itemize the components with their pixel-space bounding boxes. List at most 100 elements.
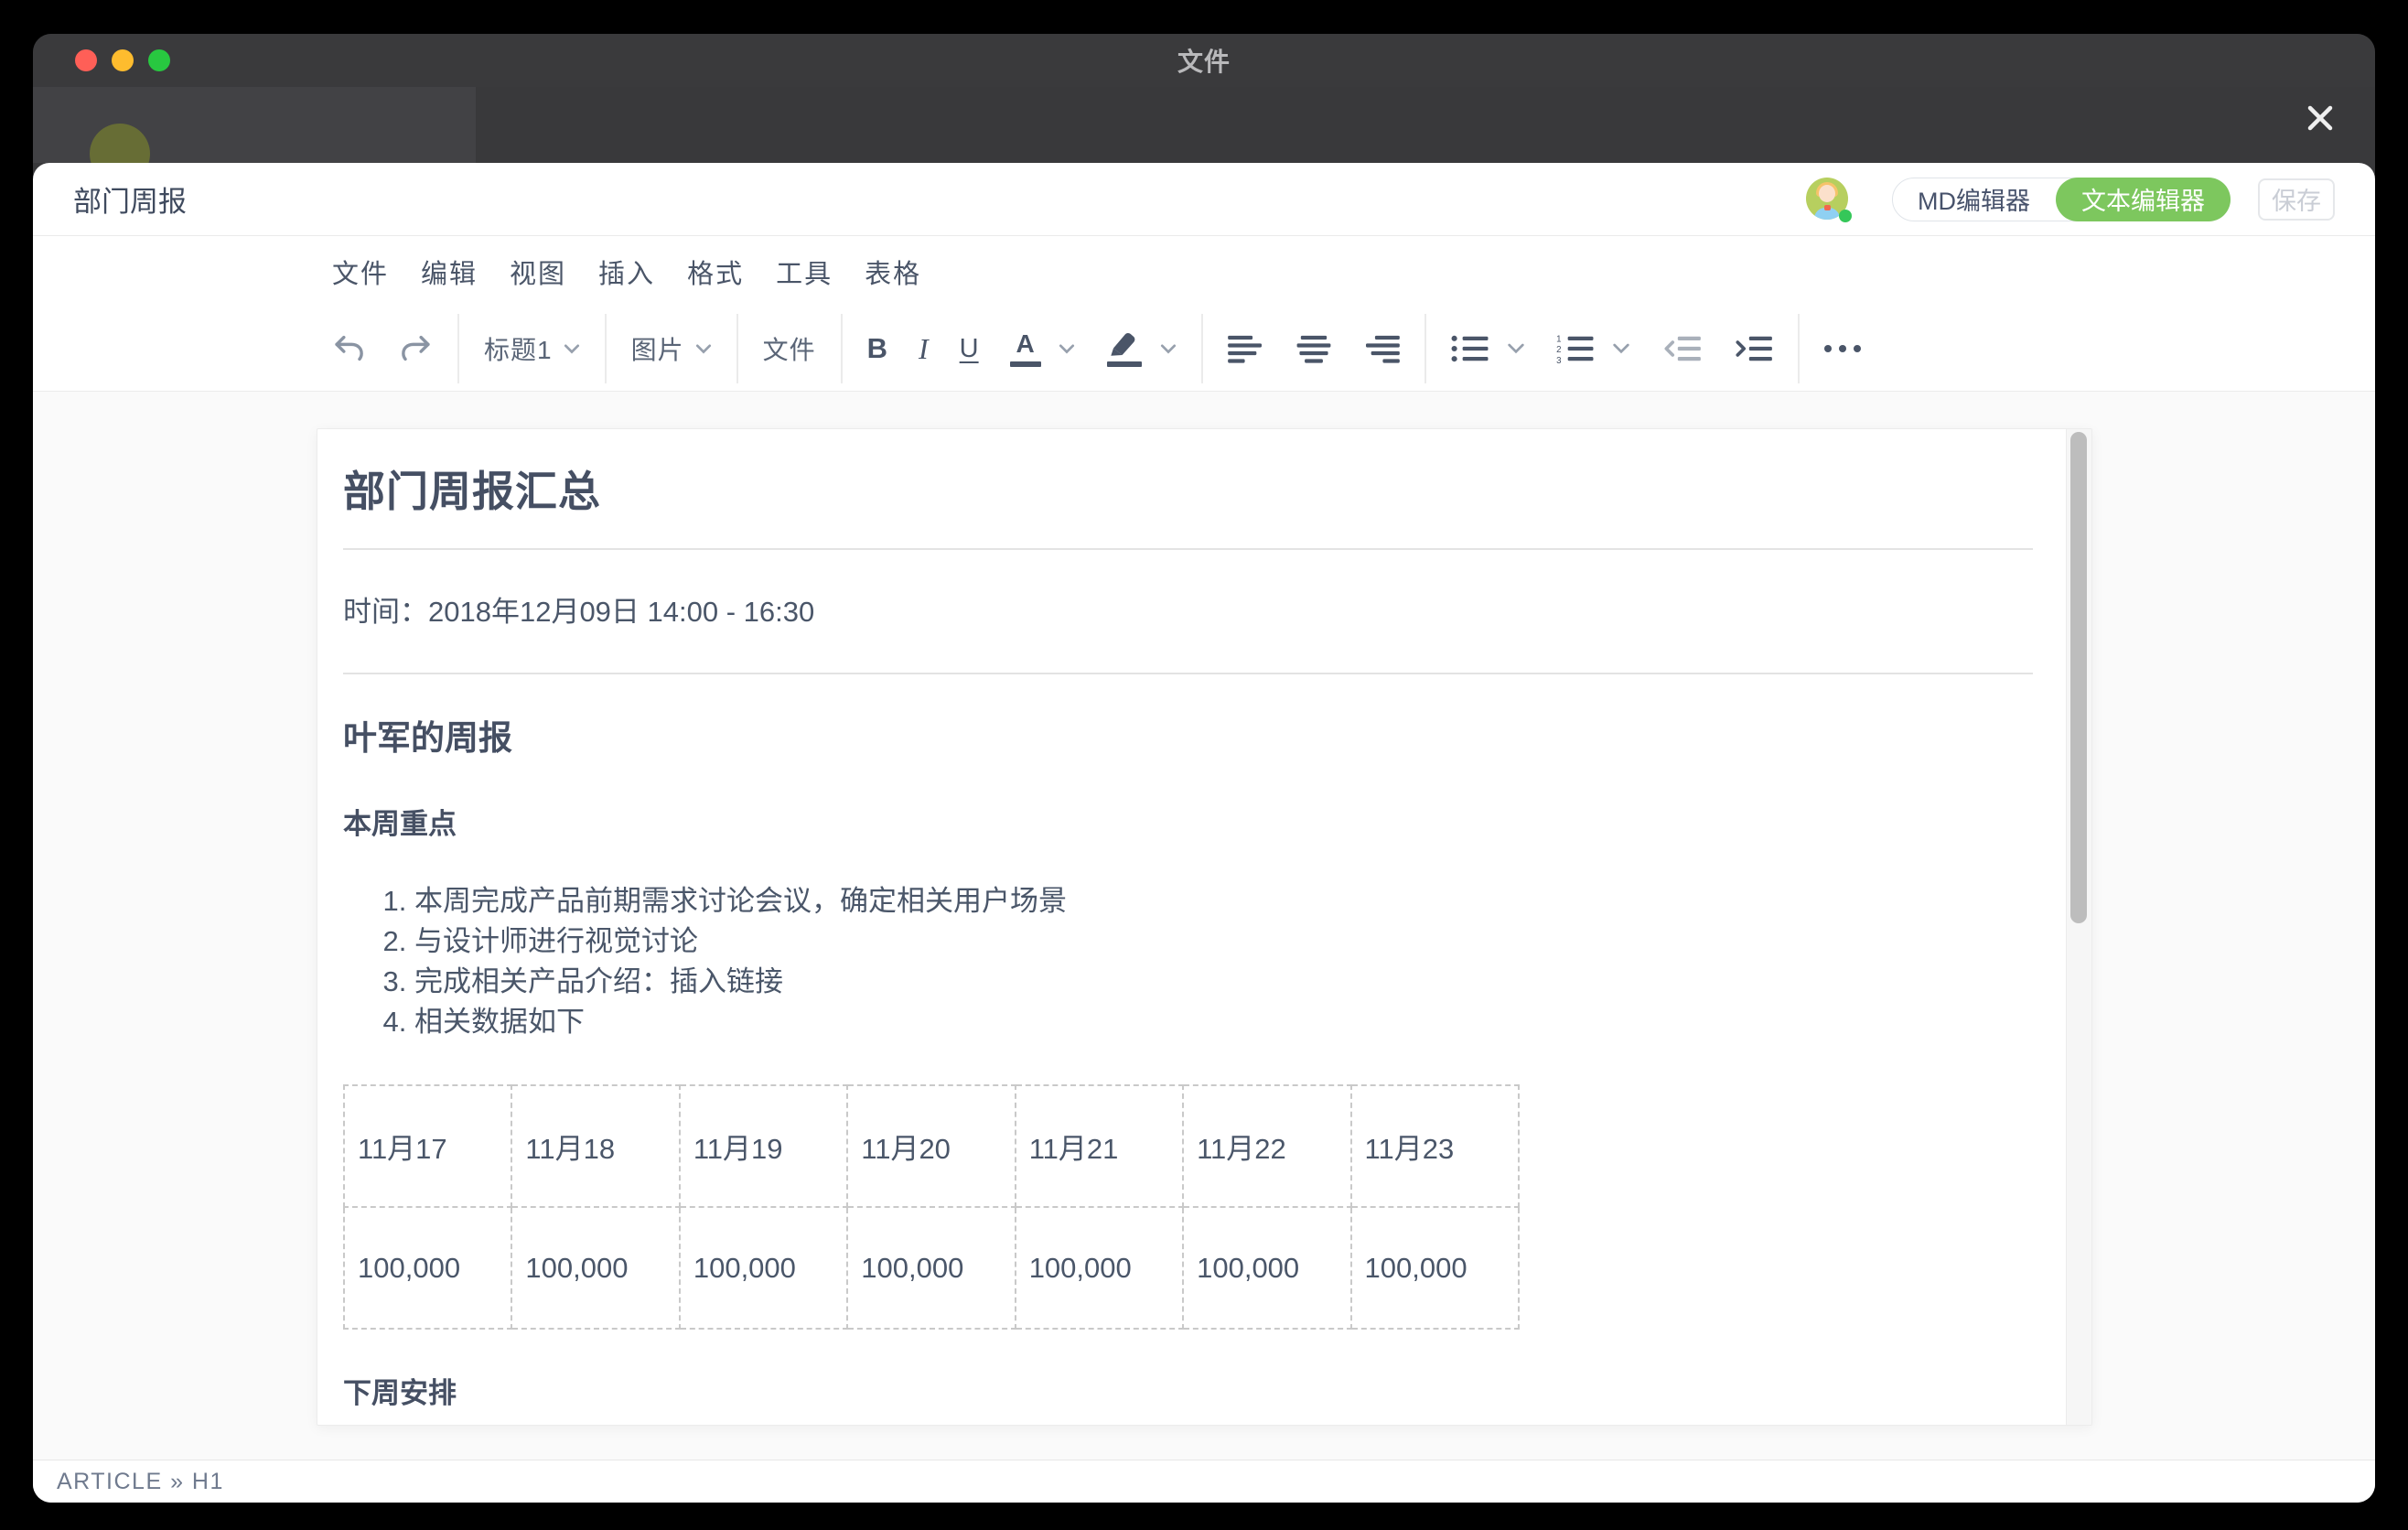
horizontal-rule xyxy=(343,673,2033,674)
underline-button[interactable]: U xyxy=(944,314,994,383)
scrollbar-track[interactable] xyxy=(2066,429,2091,1425)
status-bar: ARTICLE » H1 xyxy=(33,1460,2375,1503)
highlights-list: 本周完成产品前期需求讨论会议，确定相关用户场景 与设计师进行视觉讨论 完成相关产… xyxy=(343,881,2033,1042)
font-color-dropdown[interactable] xyxy=(1057,314,1091,383)
bullet-list-button[interactable] xyxy=(1435,314,1505,383)
align-center-button[interactable] xyxy=(1280,314,1348,383)
underline-icon: U xyxy=(960,334,979,364)
menu-bar: 文件 编辑 视图 插入 格式 工具 表格 xyxy=(33,236,2375,307)
image-insert-dropdown[interactable]: 图片 xyxy=(616,314,727,383)
svg-text:3: 3 xyxy=(1556,356,1561,363)
table-cell[interactable]: 100,000 xyxy=(344,1207,511,1329)
table-cell[interactable]: 11月22 xyxy=(1183,1085,1350,1207)
doc-h3-next-week[interactable]: 下周安排 xyxy=(343,1375,2033,1412)
file-insert-button[interactable]: 文件 xyxy=(747,314,832,383)
toolbar-divider xyxy=(841,314,843,383)
table-cell[interactable]: 11月21 xyxy=(1016,1085,1183,1207)
highlight-icon xyxy=(1106,330,1143,367)
font-color-icon: A xyxy=(1010,330,1041,367)
outdent-button[interactable] xyxy=(1646,314,1717,383)
doc-h2[interactable]: 叶军的周报 xyxy=(343,717,2033,760)
app-window: 文件 部门周报 xyxy=(33,34,2375,1503)
backdrop-strip xyxy=(33,87,2375,163)
numbered-list-dropdown[interactable] xyxy=(1610,314,1646,383)
italic-icon: I xyxy=(919,332,929,366)
font-color-button[interactable]: A xyxy=(994,314,1057,383)
heading-style-label: 标题1 xyxy=(484,330,553,367)
highlight-button[interactable] xyxy=(1091,314,1158,383)
table-cell[interactable]: 11月20 xyxy=(847,1085,1015,1207)
svg-text:1: 1 xyxy=(1556,334,1561,344)
data-table: 11月17 11月18 11月19 11月20 11月21 11月22 11月2… xyxy=(343,1084,1520,1330)
redo-button[interactable] xyxy=(382,314,448,383)
menu-format[interactable]: 格式 xyxy=(687,253,744,291)
doc-time-line[interactable]: 时间：2018年12月09日 14:00 - 16:30 xyxy=(343,594,2033,630)
undo-icon xyxy=(332,333,367,364)
close-modal-button[interactable] xyxy=(2300,98,2340,138)
save-button[interactable]: 保存 xyxy=(2258,178,2335,221)
article-body[interactable]: 部门周报汇总 时间：2018年12月09日 14:00 - 16:30 叶军的周… xyxy=(343,429,2033,1412)
table-cell[interactable]: 100,000 xyxy=(680,1207,847,1329)
numbered-list-button[interactable]: 1 2 3 xyxy=(1541,314,1610,383)
table-cell[interactable]: 11月23 xyxy=(1351,1085,1519,1207)
toolbar-divider xyxy=(457,314,459,383)
table-cell[interactable]: 100,000 xyxy=(1016,1207,1183,1329)
table-row: 11月17 11月18 11月19 11月20 11月21 11月22 11月2… xyxy=(344,1085,1519,1207)
italic-button[interactable]: I xyxy=(903,314,944,383)
menu-view[interactable]: 视图 xyxy=(510,253,566,291)
menu-edit[interactable]: 编辑 xyxy=(421,253,478,291)
table-cell[interactable]: 100,000 xyxy=(1351,1207,1519,1329)
toolbar-divider xyxy=(1798,314,1800,383)
menu-table[interactable]: 表格 xyxy=(865,253,921,291)
user-avatar[interactable] xyxy=(1806,178,1850,221)
table-cell[interactable]: 100,000 xyxy=(511,1207,679,1329)
menu-insert[interactable]: 插入 xyxy=(598,253,655,291)
menu-tools[interactable]: 工具 xyxy=(776,253,833,291)
document-title: 部门周报 xyxy=(73,178,187,220)
toolbar-divider xyxy=(605,314,607,383)
indent-button[interactable] xyxy=(1717,314,1789,383)
header-actions: MD编辑器 文本编辑器 保存 xyxy=(1806,178,2335,221)
chevron-down-icon xyxy=(564,344,580,354)
list-item[interactable]: 本周完成产品前期需求讨论会议，确定相关用户场景 xyxy=(414,881,2033,921)
menu-file[interactable]: 文件 xyxy=(332,253,389,291)
editor-modal: 部门周报 MD编辑器 文本编辑器 xyxy=(33,163,2375,1503)
element-path-breadcrumb: ARTICLE » H1 xyxy=(57,1469,224,1495)
list-item[interactable]: 相关数据如下 xyxy=(414,1002,2033,1042)
highlight-dropdown[interactable] xyxy=(1158,314,1192,383)
online-status-dot xyxy=(1839,210,1852,222)
table-cell[interactable]: 11月17 xyxy=(344,1085,511,1207)
undo-button[interactable] xyxy=(317,314,382,383)
table-cell[interactable]: 100,000 xyxy=(1183,1207,1350,1329)
chevron-down-icon xyxy=(1507,343,1525,354)
numbered-list-icon: 1 2 3 xyxy=(1556,334,1595,363)
titlebar[interactable]: 文件 xyxy=(33,34,2375,87)
more-tools-button[interactable] xyxy=(1809,314,1876,383)
bold-button[interactable]: B xyxy=(852,314,903,383)
toolbar-divider xyxy=(1201,314,1203,383)
screen: 文件 部门周报 xyxy=(0,0,2408,1530)
heading-style-dropdown[interactable]: 标题1 xyxy=(468,314,596,383)
table-cell[interactable]: 100,000 xyxy=(847,1207,1015,1329)
text-editor-tab[interactable]: 文本编辑器 xyxy=(2056,178,2231,221)
horizontal-rule xyxy=(343,548,2033,550)
toolbar-divider xyxy=(736,314,738,383)
list-item[interactable]: 与设计师进行视觉讨论 xyxy=(414,921,2033,962)
avatar-bow xyxy=(1824,205,1831,210)
scrollbar-thumb[interactable] xyxy=(2070,432,2087,923)
bold-icon: B xyxy=(867,332,887,365)
align-right-button[interactable] xyxy=(1348,314,1415,383)
doc-h1[interactable]: 部门周报汇总 xyxy=(343,464,2033,519)
table-cell[interactable]: 11月18 xyxy=(511,1085,679,1207)
align-right-icon xyxy=(1363,333,1400,364)
table-cell[interactable]: 11月19 xyxy=(680,1085,847,1207)
more-icon xyxy=(1824,345,1861,352)
bullet-list-dropdown[interactable] xyxy=(1505,314,1541,383)
editor-mode-switch: MD编辑器 文本编辑器 xyxy=(1892,178,2231,221)
md-editor-tab[interactable]: MD编辑器 xyxy=(1892,178,2056,221)
document-page[interactable]: 部门周报汇总 时间：2018年12月09日 14:00 - 16:30 叶军的周… xyxy=(317,428,2092,1426)
table-row: 100,000 100,000 100,000 100,000 100,000 … xyxy=(344,1207,1519,1329)
list-item[interactable]: 完成相关产品介绍：插入链接 xyxy=(414,962,2033,1002)
doc-h3-this-week[interactable]: 本周重点 xyxy=(343,806,2033,843)
align-left-button[interactable] xyxy=(1212,314,1280,383)
